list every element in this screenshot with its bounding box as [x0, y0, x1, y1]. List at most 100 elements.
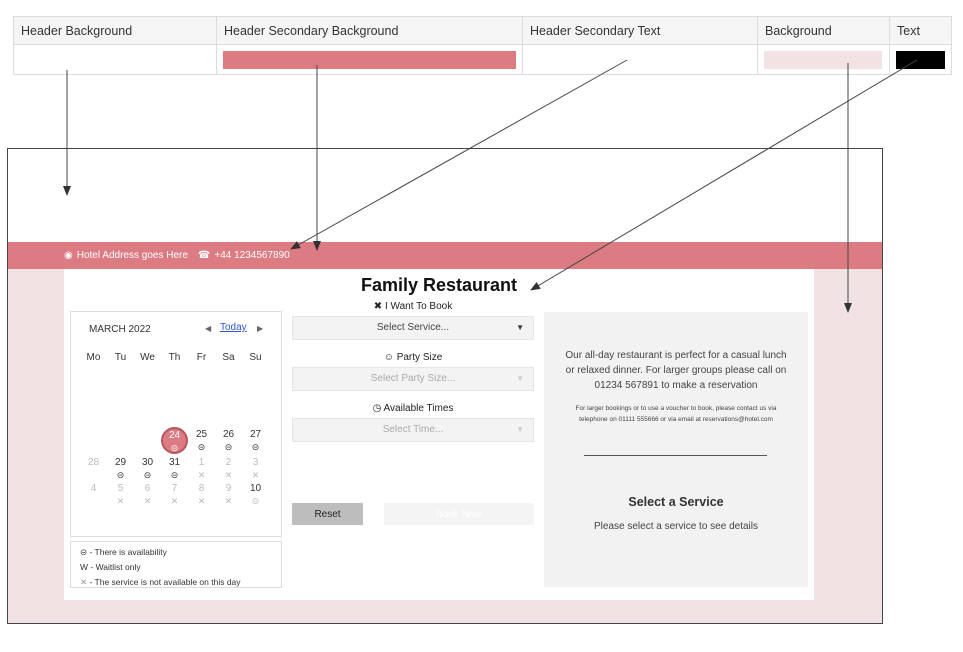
- available-icon: ⊝: [80, 547, 88, 557]
- available-icon: ⊝: [170, 443, 179, 453]
- calendar-day[interactable]: 10 ⊝: [242, 482, 269, 507]
- calendar-day: 6 ✕: [134, 482, 161, 507]
- next-month-icon[interactable]: ▶: [257, 324, 263, 333]
- clock-icon: ◷: [372, 403, 382, 414]
- restaurant-title: Family Restaurant: [360, 275, 518, 295]
- calendar-day[interactable]: 27 ⊝: [242, 428, 269, 453]
- legend-header-background: Header Background: [13, 16, 217, 45]
- time-select[interactable]: Select Time... ▼: [292, 418, 534, 442]
- select-service-subtext: Please select a service to see details: [594, 521, 758, 532]
- booking-content-panel: Family Restaurant MARCH 2022 ◀ Today ▶ M…: [64, 269, 814, 600]
- day-number: 7: [171, 483, 178, 494]
- day-number: 4: [90, 483, 97, 494]
- cutlery-icon: ✖: [373, 301, 383, 312]
- available-times-label-text: Available Times: [383, 403, 454, 414]
- book-now-button[interactable]: Book Now: [384, 503, 534, 525]
- header-secondary-background-swatch[interactable]: [223, 50, 516, 69]
- day-number: 10: [249, 483, 262, 494]
- calendar-day-selected[interactable]: 24 ⊝: [161, 427, 188, 454]
- party-size-select-value: Select Party Size...: [370, 373, 456, 384]
- available-times-label: ◷ Available Times: [292, 403, 534, 414]
- day-number: 2: [225, 457, 232, 468]
- key-availability: ⊝ - There is availability: [80, 545, 281, 560]
- weekday-label: Sa: [222, 352, 235, 363]
- calendar-day[interactable]: 26 ⊝: [215, 428, 242, 453]
- booking-widget-preview: ◉ Hotel Address goes Here ☎ +44 12345678…: [7, 148, 883, 624]
- party-size-select[interactable]: Select Party Size... ▼: [292, 367, 534, 391]
- party-size-label-text: Party Size: [396, 352, 443, 363]
- unavailable-icon: ✕: [80, 577, 88, 587]
- color-legend-table: Header Background Header Secondary Backg…: [13, 16, 952, 75]
- calendar-day: 9 ✕: [215, 482, 242, 507]
- calendar-day[interactable]: 31 ⊝: [161, 456, 188, 481]
- hotel-phone: +44 1234567890: [214, 250, 290, 261]
- header-secondary-bar: ◉ Hotel Address goes Here ☎ +44 12345678…: [8, 242, 882, 269]
- weekday-label: Fr: [196, 352, 207, 363]
- day-number: 5: [117, 483, 124, 494]
- available-icon: ⊝: [224, 442, 233, 452]
- party-size-label: ☺ Party Size: [292, 352, 534, 363]
- prev-month-icon[interactable]: ◀: [205, 324, 211, 333]
- key-availability-text: - There is availability: [89, 547, 167, 557]
- calendar-key: ⊝ - There is availability W - Waitlist o…: [70, 541, 282, 588]
- calendar-day: 28: [80, 456, 107, 469]
- service-select-value: Select Service...: [376, 322, 450, 333]
- calendar-day[interactable]: 29 ⊝: [107, 456, 134, 481]
- legend-header-secondary-text: Header Secondary Text: [522, 16, 758, 45]
- calendar-day[interactable]: 30 ⊝: [134, 456, 161, 481]
- calendar-month: MARCH 2022: [89, 324, 151, 335]
- header-background-swatch-cell: [13, 44, 217, 75]
- contact-note: For larger bookings or to use a voucher …: [575, 405, 777, 423]
- key-waitlist: W - Waitlist only: [80, 562, 141, 572]
- weekday-label: Su: [249, 352, 262, 363]
- calendar-day: 5 ✕: [107, 482, 134, 507]
- day-number: 31: [168, 457, 181, 468]
- unavailable-icon: ✕: [224, 496, 233, 506]
- day-number: 1: [198, 457, 205, 468]
- background-swatch[interactable]: [764, 50, 882, 69]
- service-label-text: I Want To Book: [384, 301, 453, 312]
- weekday-label: Th: [168, 352, 181, 363]
- available-icon: ⊝: [197, 442, 206, 452]
- text-swatch-cell: [889, 44, 952, 75]
- header-background-area: [8, 149, 882, 242]
- background-swatch-cell: [757, 44, 890, 75]
- legend-header-secondary-background: Header Secondary Background: [216, 16, 523, 45]
- divider: [584, 455, 767, 456]
- header-secondary-background-swatch-cell: [216, 44, 523, 75]
- map-pin-icon: ◉: [64, 250, 73, 261]
- calendar-day[interactable]: 25 ⊝: [188, 428, 215, 453]
- unavailable-icon: ✕: [143, 496, 152, 506]
- calendar-day: 2 ✕: [215, 456, 242, 481]
- calendar-day: 8 ✕: [188, 482, 215, 507]
- day-number: 6: [144, 483, 151, 494]
- legend-swatch-row: [13, 44, 952, 75]
- day-number: 29: [114, 457, 127, 468]
- unavailable-icon: ✕: [197, 496, 206, 506]
- today-link[interactable]: Today: [220, 322, 247, 333]
- available-icon: ⊝: [170, 470, 179, 480]
- key-unavailable: ✕ - The service is not available on this…: [80, 575, 281, 590]
- day-number: 26: [222, 429, 235, 440]
- calendar: MARCH 2022 ◀ Today ▶ Mo Tu We Th Fr Sa S…: [70, 311, 282, 537]
- phone-icon: ☎: [197, 250, 211, 261]
- text-swatch[interactable]: [896, 50, 945, 69]
- weekday-label: Tu: [114, 352, 127, 363]
- time-select-value: Select Time...: [382, 424, 444, 435]
- select-service-heading: Select a Service: [628, 495, 724, 509]
- legend-text: Text: [889, 16, 952, 45]
- day-number: 9: [225, 483, 232, 494]
- day-number: 24: [168, 430, 181, 441]
- header-background-swatch[interactable]: [20, 50, 210, 69]
- header-secondary-text-swatch[interactable]: [529, 50, 751, 69]
- day-number: 30: [141, 457, 154, 468]
- unavailable-icon: ✕: [224, 470, 233, 480]
- chevron-down-icon: ▼: [516, 323, 524, 332]
- user-icon: ☺: [383, 352, 394, 363]
- available-icon: ⊝: [251, 442, 260, 452]
- hotel-address: Hotel Address goes Here: [76, 250, 188, 261]
- service-select[interactable]: Select Service... ▼: [292, 316, 534, 340]
- unavailable-icon: ✕: [197, 470, 206, 480]
- reset-button[interactable]: Reset: [292, 503, 363, 525]
- weekday-label: We: [140, 352, 155, 363]
